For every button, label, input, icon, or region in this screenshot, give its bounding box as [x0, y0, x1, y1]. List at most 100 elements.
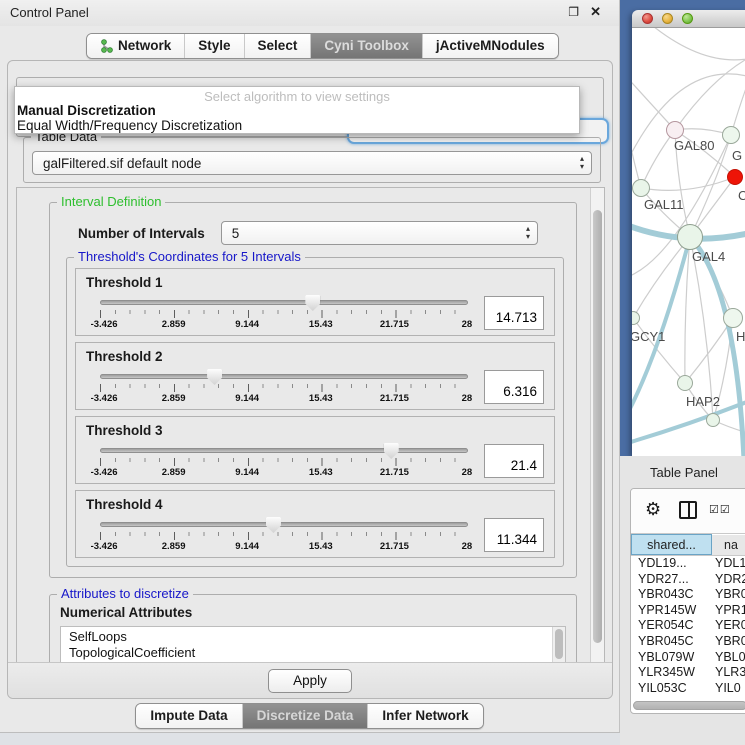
network-node[interactable]: [632, 179, 650, 197]
threshold-1-value-field[interactable]: [484, 296, 544, 330]
slider-track[interactable]: [100, 522, 468, 527]
network-node[interactable]: [727, 169, 743, 185]
table-row[interactable]: YLR345WYLR3: [631, 665, 745, 681]
table-cell[interactable]: YLR3: [712, 665, 745, 681]
slider-track[interactable]: [100, 300, 468, 305]
network-node-label: GAL80: [674, 138, 714, 153]
table-cell[interactable]: YPR145W: [631, 603, 712, 619]
table-cell[interactable]: YBR0: [712, 634, 745, 650]
table-cell[interactable]: YDL1: [712, 556, 745, 572]
select-checkboxes-icon[interactable]: ☑☑: [709, 503, 731, 516]
table-cell[interactable]: YIL0: [712, 681, 745, 697]
table-row[interactable]: YIL053CYIL0: [631, 681, 745, 697]
threshold-2-value-field[interactable]: [484, 370, 544, 404]
table-cell[interactable]: YBR045C: [631, 634, 712, 650]
table-row[interactable]: YER054CYER0: [631, 618, 745, 634]
table-data-combobox[interactable]: galFiltered.sif default node ▴▾: [32, 151, 592, 175]
float-window-icon[interactable]: ❐: [568, 5, 579, 19]
network-edge[interactable]: [633, 237, 690, 318]
table-row[interactable]: YPR145WYPR1: [631, 603, 745, 619]
column-header-shared-name[interactable]: shared...: [631, 534, 712, 555]
threshold-3-slider[interactable]: -3.426 2.859 9.144 15.43 21.715 28: [100, 444, 468, 478]
tab-style[interactable]: Style: [185, 34, 244, 58]
table-cell[interactable]: YER054C: [631, 618, 712, 634]
option-equal-width-frequency[interactable]: Equal Width/Frequency Discretization: [15, 118, 579, 133]
number-of-intervals-label: Number of Intervals: [78, 226, 205, 241]
network-edge[interactable]: [685, 318, 733, 383]
threshold-4-slider[interactable]: -3.426 2.859 9.144 15.43 21.715 28: [100, 518, 468, 552]
option-manual-discretization[interactable]: Manual Discretization: [15, 103, 579, 118]
slider-thumb[interactable]: [384, 443, 399, 459]
slider-thumb[interactable]: [266, 517, 281, 533]
network-edge[interactable]: [648, 28, 745, 60]
network-node[interactable]: [666, 121, 684, 139]
table-horizontal-scrollbar[interactable]: [633, 701, 745, 710]
slider-tick-labels: -3.426 2.859 9.144 15.43 21.715 28: [100, 467, 468, 478]
slider-track[interactable]: [100, 448, 468, 453]
network-edge[interactable]: [632, 74, 675, 130]
network-node[interactable]: [677, 224, 703, 250]
tick-label: -3.426: [91, 541, 118, 552]
table-cell[interactable]: YER0: [712, 618, 745, 634]
network-node[interactable]: [677, 375, 693, 391]
attributes-scrollbar[interactable]: [552, 627, 565, 664]
column-header-name[interactable]: na: [712, 534, 745, 555]
table-cell[interactable]: YDR27...: [631, 572, 712, 588]
number-of-intervals-combobox[interactable]: 5 ▴▾: [221, 221, 538, 245]
tab-infer-network[interactable]: Infer Network: [368, 704, 482, 728]
close-icon[interactable]: ✕: [590, 4, 601, 20]
table-cell[interactable]: YBL079W: [631, 650, 712, 666]
network-edge[interactable]: [731, 58, 745, 135]
table-row[interactable]: YDR27...YDR2: [631, 572, 745, 588]
gear-icon[interactable]: ⚙: [645, 499, 661, 520]
tab-network[interactable]: Network: [87, 34, 185, 58]
table-row[interactable]: YBL079WYBL0: [631, 650, 745, 666]
table-cell[interactable]: YIL053C: [631, 681, 712, 697]
threshold-3-value-field[interactable]: [484, 444, 544, 478]
tab-discretize-data[interactable]: Discretize Data: [243, 704, 369, 728]
network-node[interactable]: [706, 413, 720, 427]
tab-cyni-toolbox[interactable]: Cyni Toolbox: [311, 34, 423, 58]
slider-thumb[interactable]: [207, 369, 222, 385]
close-traffic-light-icon[interactable]: [642, 13, 653, 24]
table-cell[interactable]: YBR043C: [631, 587, 712, 603]
table-cell[interactable]: YDL19...: [631, 556, 712, 572]
minimize-traffic-light-icon[interactable]: [662, 13, 673, 24]
table-cell[interactable]: YBL0: [712, 650, 745, 666]
network-node[interactable]: [722, 126, 740, 144]
table-cell[interactable]: YBR0: [712, 587, 745, 603]
table-row[interactable]: YBR045CYBR0: [631, 634, 745, 650]
network-node[interactable]: [723, 308, 743, 328]
table-cell[interactable]: YPR1: [712, 603, 745, 619]
columns-icon[interactable]: [679, 501, 697, 519]
slider-track[interactable]: [100, 374, 468, 379]
tab-select[interactable]: Select: [245, 34, 312, 58]
cyni-toolbox-panel: Discretization Algorithm Table Data galF…: [7, 60, 613, 699]
threshold-2-slider[interactable]: -3.426 2.859 9.144 15.43 21.715 28: [100, 370, 468, 404]
numerical-attributes-list[interactable]: SelfLoops TopologicalCoefficient Between…: [60, 626, 566, 664]
threshold-4-value-field[interactable]: [484, 518, 544, 552]
network-edge[interactable]: [675, 52, 745, 130]
attribute-item[interactable]: TopologicalCoefficient: [69, 645, 565, 661]
network-canvas[interactable]: GAL80GCGAL11GAL4GCY1HHAP2: [632, 28, 745, 456]
attribute-item[interactable]: SelfLoops: [69, 629, 565, 645]
threshold-3-panel: Threshold 3 -3.426 2.859: [75, 416, 555, 484]
apply-button[interactable]: Apply: [268, 669, 352, 693]
table-cell[interactable]: YLR345W: [631, 665, 712, 681]
settings-scrollbar-thumb[interactable]: [593, 210, 602, 643]
network-edge[interactable]: [633, 318, 685, 383]
algorithm-hint-option[interactable]: Select algorithm to view settings: [15, 87, 579, 103]
tab-jactivemnodules[interactable]: jActiveMNodules: [423, 34, 558, 58]
network-view-window: GAL80GCGAL11GAL4GCY1HHAP2: [632, 10, 745, 456]
network-edge[interactable]: [632, 74, 745, 168]
slider-thumb[interactable]: [305, 295, 320, 311]
tab-impute-data[interactable]: Impute Data: [136, 704, 242, 728]
network-edge[interactable]: [641, 130, 675, 188]
zoom-traffic-light-icon[interactable]: [682, 13, 693, 24]
table-row[interactable]: YBR043CYBR0: [631, 587, 745, 603]
settings-scrollbar[interactable]: [590, 188, 604, 663]
network-edge[interactable]: [641, 177, 735, 190]
threshold-1-slider[interactable]: -3.426 2.859 9.144 15.43 21.715 28: [100, 296, 468, 330]
table-cell[interactable]: YDR2: [712, 572, 745, 588]
table-row[interactable]: YDL19...YDL1: [631, 556, 745, 572]
